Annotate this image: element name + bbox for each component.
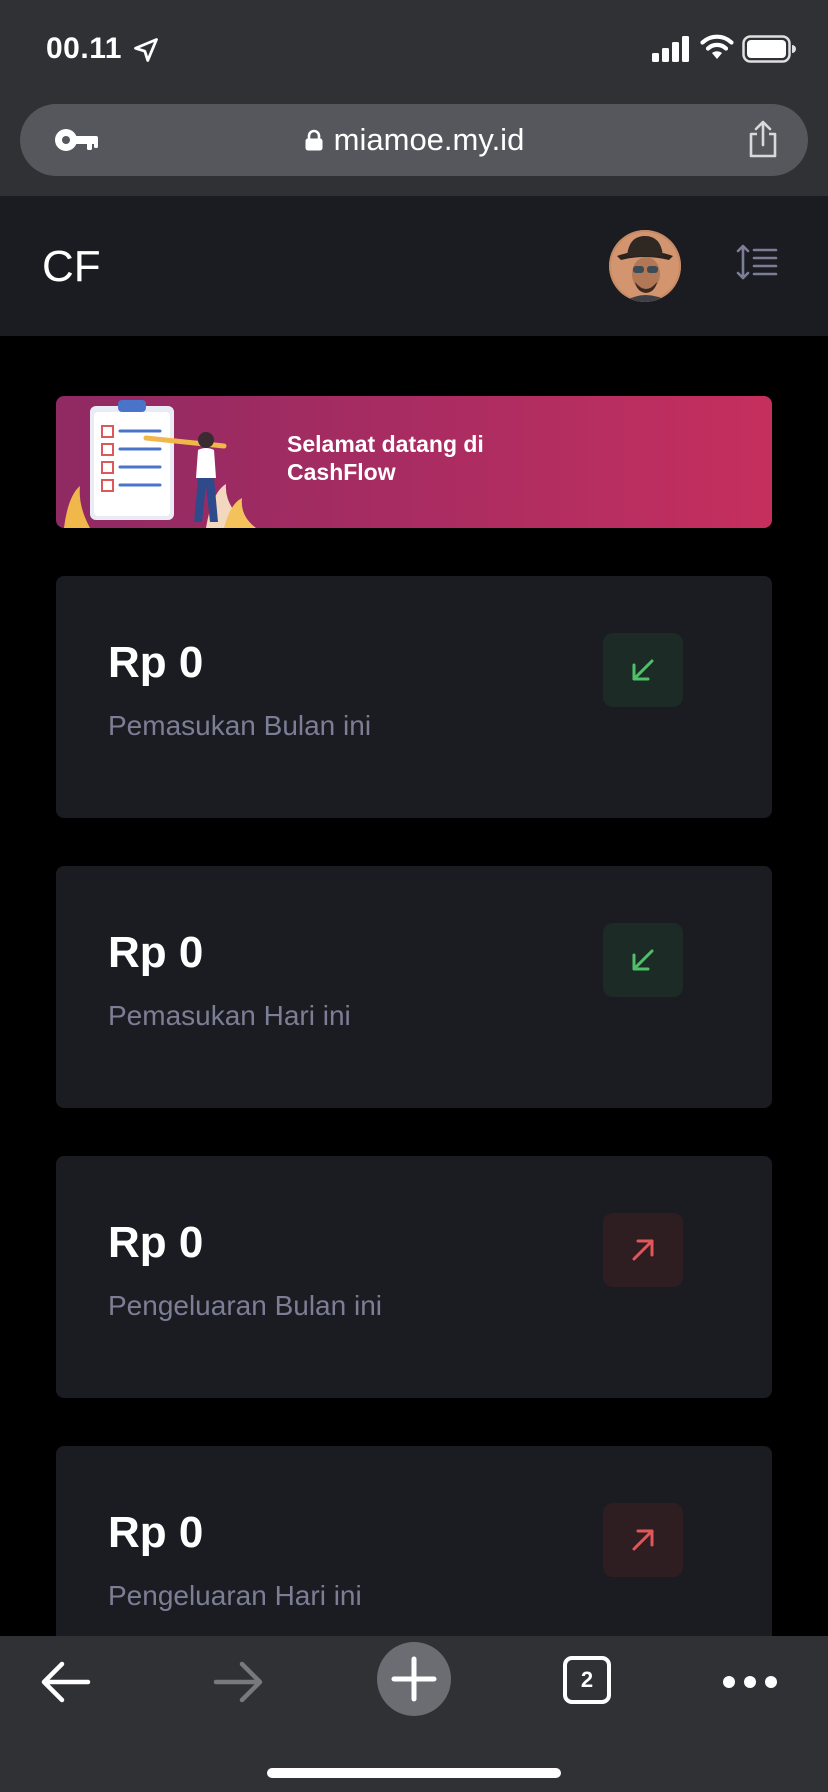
avatar-image [609,230,681,302]
card-label: Pemasukan Bulan ini [108,710,372,741]
more-icon [723,1676,777,1688]
url-text: miamoe.my.id [333,122,525,157]
card-amount: Rp 0 [108,928,204,977]
card-label: Pengeluaran Hari ini [108,1580,362,1611]
plus-icon [391,1656,437,1702]
card-label: Pemasukan Hari ini [108,1000,351,1031]
location-arrow-icon [134,38,158,62]
brand-logo-text[interactable]: CF [42,242,101,292]
app-header: CF [0,196,828,336]
stat-card-income-month: Rp 0 Pemasukan Bulan ini [56,576,772,818]
home-indicator[interactable] [267,1768,561,1778]
expense-badge [603,1503,683,1577]
sort-menu-icon[interactable] [736,244,778,280]
banner-welcome-text: Selamat datang di CashFlow [287,431,484,485]
signal-icon [652,36,689,62]
welcome-banner: Selamat datang di CashFlow [56,396,772,528]
status-time: 00.11 [46,32,122,65]
stat-card-income-today: Rp 0 Pemasukan Hari ini [56,866,772,1108]
arrow-up-right-icon [632,1239,654,1261]
tabs-button[interactable]: 2 [563,1656,611,1704]
tabs-count: 2 [580,1667,594,1692]
stat-card-expense-month: Rp 0 Pengeluaran Bulan ini [56,1156,772,1398]
checklist-illustration-icon [64,400,256,528]
browser-chrome-top: 00.11 miamoe.my.id [0,0,828,196]
forward-arrow-icon [213,1661,263,1703]
address-bar[interactable]: miamoe.my.id [20,104,808,176]
battery-icon [742,35,796,63]
avatar[interactable] [609,230,681,302]
wifi-icon [700,34,734,59]
new-tab-button[interactable] [377,1642,451,1716]
card-amount: Rp 0 [108,638,204,687]
expense-badge [603,1213,683,1287]
status-bar: 00.11 [0,0,828,96]
forward-button[interactable] [204,1640,274,1724]
card-amount: Rp 0 [108,1508,204,1557]
arrow-down-left-icon [632,659,654,681]
arrow-up-right-icon [632,1529,654,1551]
share-icon[interactable] [746,120,780,158]
income-badge [603,923,683,997]
more-button[interactable] [720,1640,780,1724]
back-arrow-icon [41,1661,91,1703]
lock-icon [305,129,323,151]
back-button[interactable] [30,1640,100,1724]
arrow-down-left-icon [632,949,654,971]
income-badge [603,633,683,707]
url-display[interactable]: miamoe.my.id [20,104,808,176]
card-amount: Rp 0 [108,1218,204,1267]
card-label: Pengeluaran Bulan ini [108,1290,382,1321]
